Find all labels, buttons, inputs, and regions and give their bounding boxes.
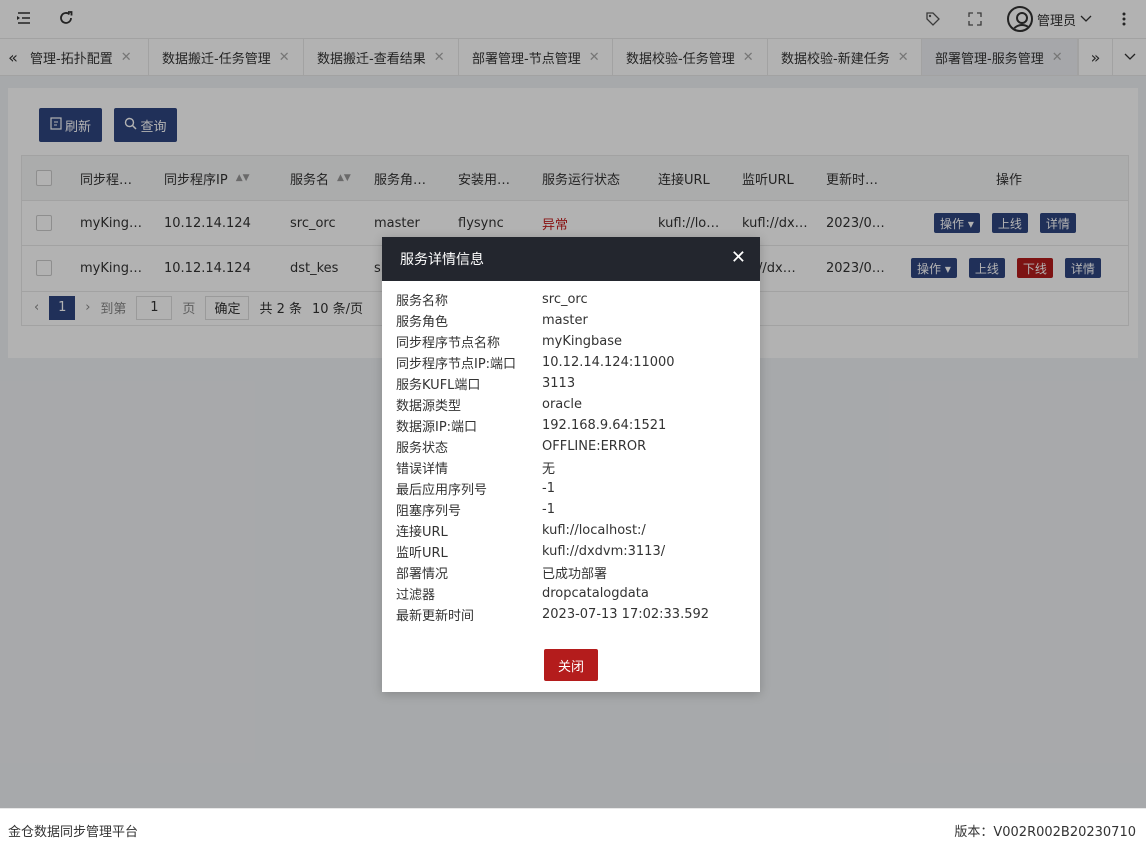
- close-button[interactable]: 关闭: [544, 649, 598, 681]
- detail-row: 过滤器 dropcatalogdata: [396, 586, 649, 603]
- detail-row: 最新更新时间 2023-07-13 17:02:33.592: [396, 607, 710, 624]
- detail-row: 同步程序节点IP:端口 10.12.14.124:11000: [396, 355, 675, 372]
- detail-row: 服务状态 OFFLINE:ERROR: [396, 439, 647, 456]
- detail-row: 连接URL kufl://localhost:/: [396, 523, 646, 540]
- detail-row: 数据源IP:端口 192.168.9.64:1521: [396, 418, 667, 435]
- close-icon[interactable]: ✕: [731, 249, 746, 267]
- detail-row: 服务名称 src_orc: [396, 292, 588, 309]
- detail-row: 部署情况 已成功部署: [396, 567, 608, 582]
- detail-row: 服务KUFL端口 3113: [396, 376, 576, 393]
- modal-title: 服务详情信息: [400, 252, 484, 268]
- detail-row: 监听URL kufl://dxdvm:3113/: [396, 544, 666, 561]
- modal-header: 服务详情信息 ✕: [382, 237, 760, 281]
- detail-row: 最后应用序列号 -1: [396, 481, 555, 498]
- detail-row: 阻塞序列号 -1: [396, 502, 555, 519]
- detail-row: 数据源类型 oracle: [396, 397, 583, 414]
- detail-row: 错误详情无: [396, 462, 556, 477]
- detail-row: 服务角色 master: [396, 313, 588, 330]
- service-detail-modal: 服务详情信息 ✕ 服务名称 src_orc 服务角色 master 同步程序节点名称…: [382, 237, 760, 692]
- detail-list: 服务名称 src_orc 服务角色 master 同步程序节点名称 myKingbas…: [396, 289, 709, 625]
- footer: 金仓数据同步管理平台 版本：V002R002B20230710: [0, 808, 1146, 852]
- platform-name: 金仓数据同步管理平台: [8, 825, 139, 840]
- version-label: 版本：V002R002B20230710: [954, 825, 1136, 840]
- detail-row: 同步程序节点名称 myKingbase: [396, 334, 622, 351]
